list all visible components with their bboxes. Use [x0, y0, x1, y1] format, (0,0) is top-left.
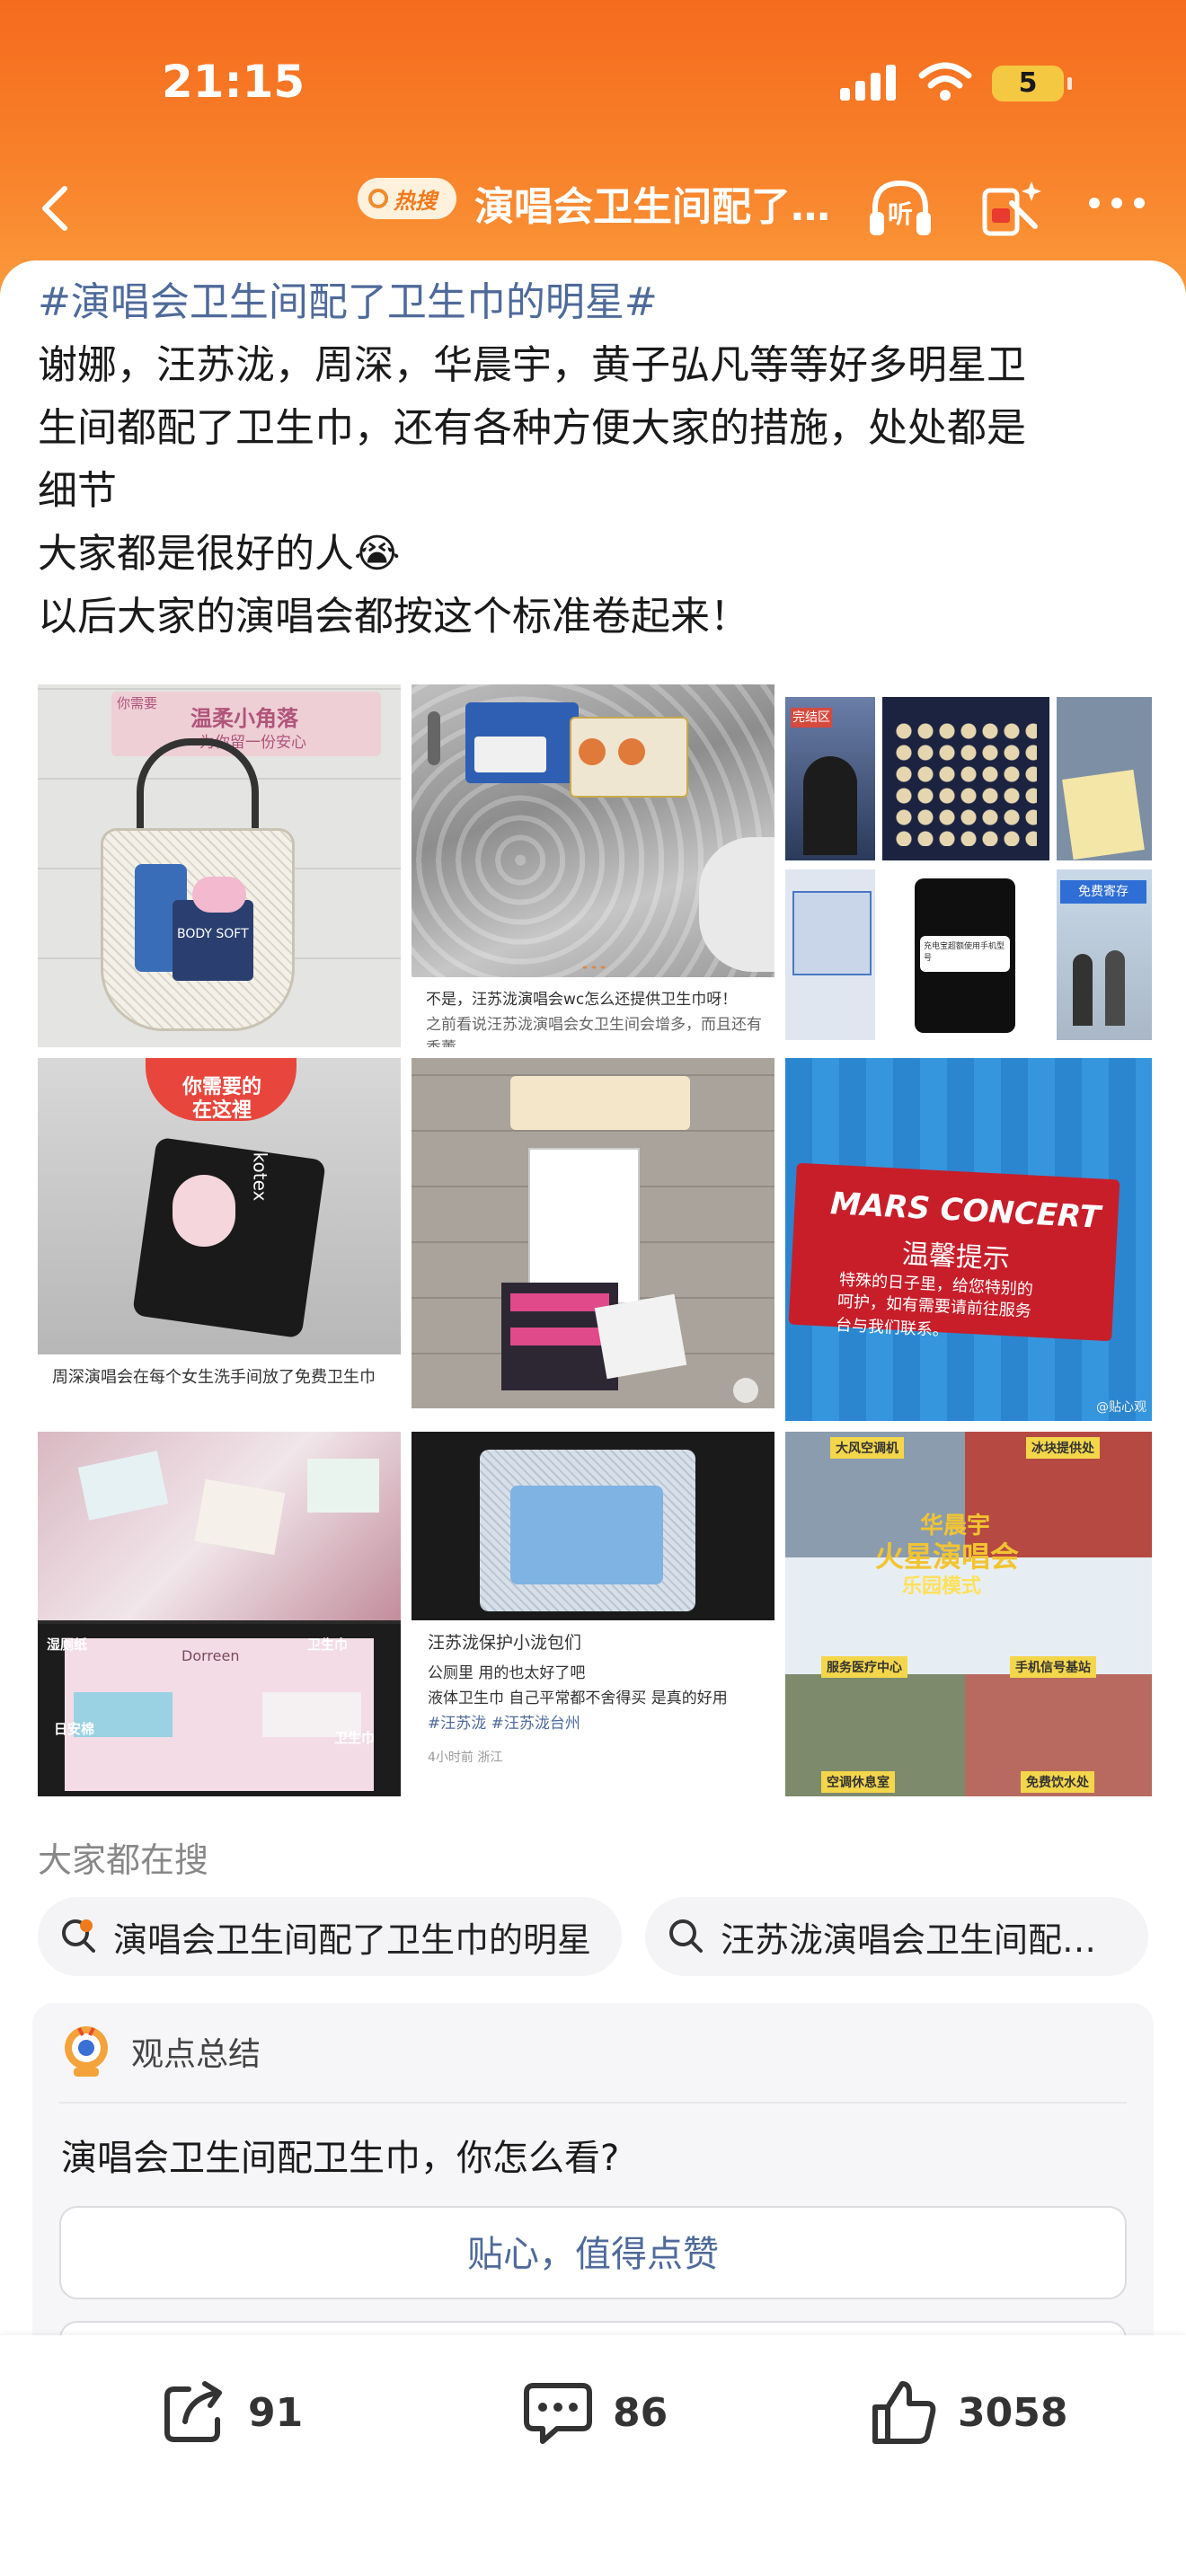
post-text-line: 谢娜，汪苏泷，周深，华晨宇，黄子弘凡等等好多明星卫 — [38, 342, 1026, 388]
collage-sign: 免费寄存 — [1060, 880, 1146, 904]
collage-phone-text: 充电宝超额使用手机型号 — [920, 936, 1010, 972]
pack-text: kotex — [249, 1151, 271, 1202]
post-text-line: 以后大家的演唱会都按这个标准卷起来！ — [38, 594, 749, 640]
photo-concert-facilities[interactable]: 大风空调机 冰块提供处 华晨宇 火星演唱会 乐园模式 服务医疗中心 手机信号基站… — [785, 1432, 1152, 1796]
search-chip-label: 演唱会卫生间配了卫生巾的明星 — [113, 1919, 592, 1960]
search-chip[interactable]: 演唱会卫生间配了卫生巾的明星 — [38, 1897, 622, 1976]
post-card: #演唱会卫生间配了卫生巾的明星# 谢娜，汪苏泷，周深，华晨宇，黄子弘凡等等好多明… — [0, 260, 1186, 2380]
status-bar: 21:15 5 — [0, 0, 1186, 171]
post-text-line: 大家都是很好的人😭 — [38, 531, 401, 577]
post-hashtag[interactable]: #演唱会卫生间配了卫生巾的明星# — [38, 271, 1152, 334]
photo-caption: 汪苏泷保护小泷包们 — [428, 1633, 582, 1653]
robot-avatar-icon — [65, 2026, 108, 2077]
search-section-title: 大家都在搜 — [38, 1840, 209, 1880]
facility-label: 冰块提供处 — [1026, 1437, 1100, 1459]
photo-counter-pads[interactable]: 不是，汪苏泷演唱会wc怎么还提供卫生巾呀！ 之前看说汪苏泷演唱会女卫生间会增多，… — [412, 684, 774, 1047]
page-title: 演唱会卫生间配了… — [474, 184, 830, 230]
photo-caption: 液体卫生巾 自己平常都不舍得买 是真的好用 — [428, 1689, 728, 1707]
facility-label: 大风空调机 — [830, 1437, 904, 1459]
photo-tissue-bag[interactable]: 你需要 温柔小角落 为你留一份安心 BODY SOFT — [38, 684, 401, 1047]
facility-label: 空调休息室 — [821, 1771, 895, 1793]
photo-caption: 之前看说汪苏泷演唱会女卫生间会增多，而且还有香薰、 — [426, 1016, 762, 1047]
hot-search-label: 热搜 — [394, 188, 437, 214]
photo-kotex-bag[interactable]: 你需要的 在这裡 kotex 周深演唱会在每个女生洗手间放了免费卫生巾 — [38, 1058, 401, 1421]
photo-liquid-pads[interactable]: 汪苏泷保护小泷包们 公厕里 用的也太好了吧 液体卫生巾 自己平常都不舍得买 是真… — [412, 1432, 774, 1796]
label-text: 卫生巾 — [307, 1636, 349, 1653]
facility-label: 免费饮水处 — [1021, 1771, 1094, 1793]
signal-icon — [840, 65, 898, 101]
red-packet-icon[interactable] — [976, 171, 1051, 246]
sign-text: 你需要 — [117, 695, 158, 711]
photo-meta: 4小时前 浙江 — [428, 1751, 503, 1765]
summary-title: 观点总结 — [131, 2036, 261, 2073]
photo-caption: 周深演唱会在每个女生洗手间放了免费卫生巾 — [52, 1368, 376, 1387]
post-text-line: 生间都配了卫生巾，还有各种方便大家的措施，处处都是 — [38, 405, 1026, 451]
post-text-line: 细节 — [38, 468, 117, 514]
hot-search-icon — [62, 1919, 95, 1953]
like-count: 3058 — [958, 2389, 1068, 2436]
hot-search-badge[interactable]: 热搜 — [358, 178, 456, 219]
sign-heading: 温馨提示 — [900, 1238, 1011, 1276]
more-icon[interactable] — [1087, 194, 1146, 212]
search-chip[interactable]: 汪苏泷演唱会卫生间配… — [645, 1897, 1148, 1976]
search-icon — [368, 189, 388, 208]
collage-tag: 完结区 — [791, 708, 832, 728]
sign-text: 在这裡 — [191, 1099, 252, 1122]
facility-label: 服务医疗中心 — [821, 1656, 907, 1678]
like-button[interactable]: 3058 — [868, 2368, 1067, 2457]
battery-icon: 5 — [992, 66, 1072, 101]
brand-text: Dorreen — [181, 1647, 240, 1664]
photo-tags: #汪苏泷 #汪苏泷台州 — [428, 1715, 580, 1733]
watermark: @贴心观 — [1096, 1400, 1146, 1415]
status-time: 21:15 — [162, 56, 305, 108]
nav-bar: 热搜 演唱会卫生间配了… 听 — [0, 162, 1186, 260]
sign-text: 温柔小角落 — [190, 706, 298, 731]
thumbs-up-icon — [872, 2381, 936, 2444]
label-text: 卫生巾 — [334, 1730, 376, 1746]
label-text: 湿厕纸 — [47, 1636, 88, 1653]
search-icon — [669, 1919, 703, 1953]
listen-label: 听 — [888, 199, 913, 229]
listen-icon[interactable]: 听 — [863, 171, 938, 246]
comment-button[interactable]: 86 — [521, 2368, 668, 2457]
vote-option-button[interactable]: 贴心，值得点赞 — [59, 2206, 1127, 2299]
back-arrow-icon[interactable] — [31, 181, 84, 235]
photo-care-kits[interactable]: Dorreen 湿厕纸 日安棉 卫生巾 卫生巾 — [38, 1432, 401, 1796]
summary-question: 演唱会卫生间配卫生巾，你怎么看? — [61, 2138, 620, 2179]
photo-caption: 公厕里 用的也太好了吧 — [428, 1664, 586, 1682]
facility-label: 手机信号基站 — [1010, 1656, 1096, 1678]
divider — [59, 2102, 1127, 2104]
comment-icon — [524, 2383, 592, 2444]
photo-bathroom-shelf[interactable] — [412, 1058, 774, 1421]
photo-mars-concert-sign[interactable]: MARS CONCERT 温馨提示 特殊的日子里，给您特别的 呵护，如有需要请前… — [785, 1058, 1152, 1421]
photo-caption: 不是，汪苏泷演唱会wc怎么还提供卫生巾呀！ — [426, 991, 738, 1009]
pack-text: BODY SOFT — [177, 927, 249, 941]
poster-title: 乐园模式 — [902, 1575, 982, 1598]
share-button[interactable]: 91 — [158, 2368, 303, 2457]
search-chip-label: 汪苏泷演唱会卫生间配… — [721, 1919, 1097, 1960]
bottom-action-bar: 91 86 3058 — [0, 2335, 1186, 2576]
label-text: 日安棉 — [54, 1721, 95, 1737]
post-body: #演唱会卫生间配了卫生巾的明星# 谢娜，汪苏泷，周深，华晨宇，黄子弘凡等等好多明… — [38, 271, 1152, 648]
share-icon — [164, 2381, 222, 2442]
wifi-icon — [918, 62, 972, 101]
opinion-summary-card: 观点总结 演唱会卫生间配卫生巾，你怎么看? 贴心，值得点赞 — [32, 2003, 1154, 2380]
photo-grid: 你需要 温柔小角落 为你留一份安心 BODY SOFT 不是，汪苏泷演唱会wc怎… — [38, 684, 1152, 1796]
photo-collage[interactable]: 完结区 充电宝超额使用手机型号 免费寄存 — [785, 684, 1152, 1047]
comment-count: 86 — [613, 2389, 668, 2436]
share-count: 91 — [248, 2389, 304, 2436]
